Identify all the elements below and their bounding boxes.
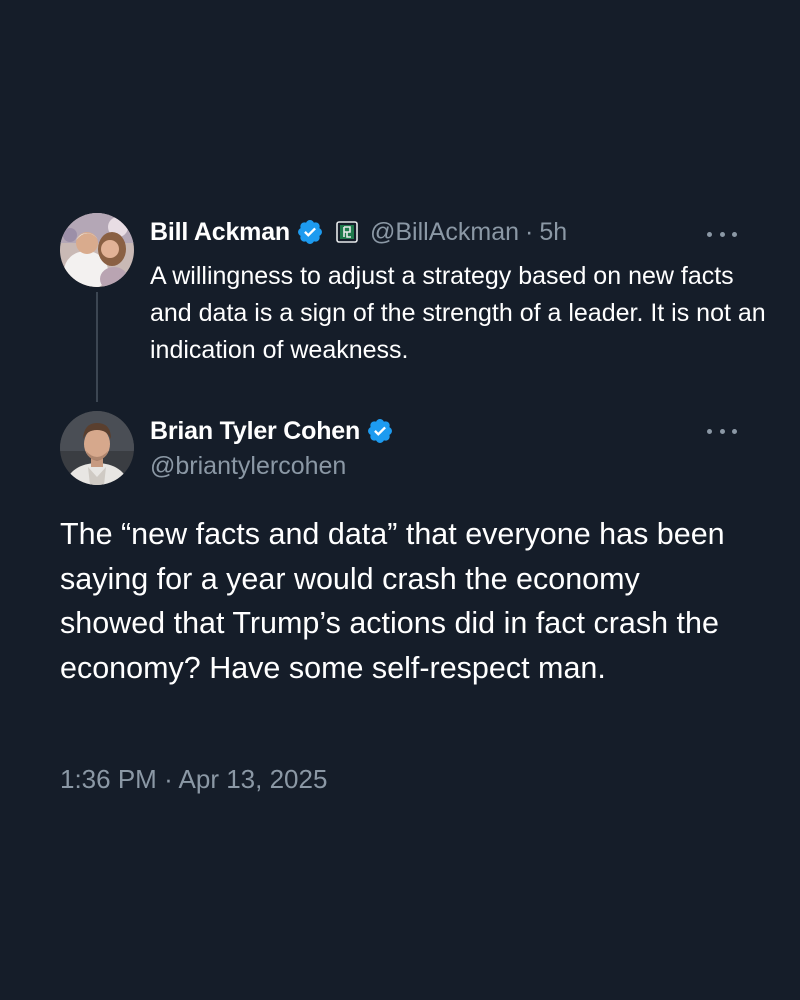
parent-display-name[interactable]: Bill Ackman bbox=[150, 218, 290, 247]
brian-tyler-cohen-avatar[interactable] bbox=[60, 411, 134, 485]
verified-badge-icon bbox=[366, 417, 394, 445]
tweet-timestamp[interactable]: 1:36 PM · Apr 13, 2025 bbox=[60, 764, 327, 795]
affiliation-badge-icon[interactable] bbox=[336, 221, 358, 243]
verified-badge-icon bbox=[296, 218, 324, 246]
reply-tweet-header: Brian Tyler Cohen bbox=[150, 413, 394, 449]
parent-handle[interactable]: @BillAckman bbox=[370, 218, 519, 247]
parent-tweet-header: Bill Ackman @BillAckman · 5h bbox=[150, 214, 567, 250]
thread-connector-line bbox=[96, 292, 98, 402]
timestamp-separator: · bbox=[164, 764, 173, 794]
parent-tweet-text: A willingness to adjust a strategy based… bbox=[150, 262, 766, 364]
reply-display-name[interactable]: Brian Tyler Cohen bbox=[150, 417, 360, 446]
more-options-icon[interactable] bbox=[707, 425, 737, 437]
parent-age[interactable]: 5h bbox=[539, 218, 567, 247]
reply-handle[interactable]: @briantylercohen bbox=[150, 452, 346, 481]
tweet-date: Apr 13, 2025 bbox=[178, 764, 328, 794]
more-options-icon[interactable] bbox=[707, 228, 737, 240]
parent-separator: · bbox=[525, 217, 534, 246]
reply-tweet-text: The “new facts and data” that everyone h… bbox=[60, 517, 725, 685]
bill-ackman-avatar[interactable] bbox=[60, 213, 134, 287]
tweet-time: 1:36 PM bbox=[60, 764, 157, 794]
